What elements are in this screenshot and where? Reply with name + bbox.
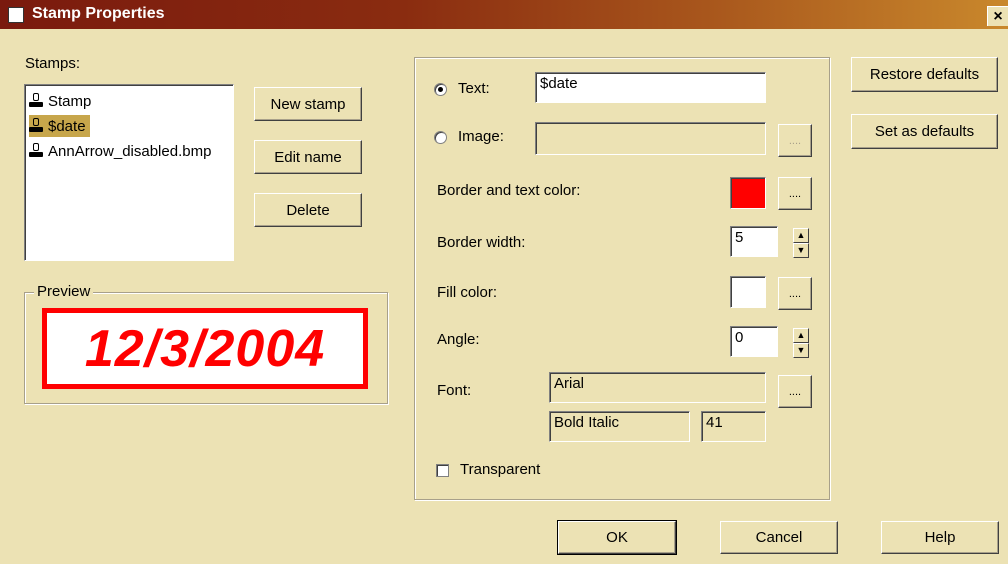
- font-button[interactable]: ....: [778, 375, 812, 408]
- image-field[interactable]: [535, 122, 766, 155]
- delete-button[interactable]: Delete: [254, 193, 362, 227]
- list-item[interactable]: $date: [29, 115, 90, 137]
- help-button[interactable]: Help: [881, 521, 999, 554]
- stamp-icon: [29, 143, 43, 159]
- text-radio[interactable]: [434, 83, 447, 96]
- stamp-icon: [29, 118, 43, 134]
- list-item-label: AnnArrow_disabled.bmp: [48, 142, 212, 160]
- title-bar: Stamp Properties ×: [0, 0, 1008, 29]
- font-size-field: 41: [701, 411, 766, 442]
- spin-down-icon[interactable]: ▼: [793, 243, 809, 258]
- angle-label: Angle:: [437, 331, 480, 348]
- spin-up-icon[interactable]: ▲: [793, 228, 809, 243]
- angle-field[interactable]: 0: [730, 326, 778, 357]
- fill-color-swatch[interactable]: [730, 276, 766, 308]
- new-stamp-button[interactable]: New stamp: [254, 87, 362, 121]
- list-item[interactable]: AnnArrow_disabled.bmp: [29, 140, 215, 162]
- edit-name-button[interactable]: Edit name: [254, 140, 362, 174]
- spin-down-icon[interactable]: ▼: [793, 343, 809, 358]
- angle-spinner[interactable]: ▲ ▼: [793, 328, 809, 358]
- text-field[interactable]: $date: [535, 72, 766, 103]
- border-width-field[interactable]: 5: [730, 226, 778, 257]
- stamp-icon: [29, 93, 43, 109]
- border-width-label: Border width:: [437, 234, 526, 251]
- image-radio[interactable]: [434, 131, 447, 144]
- window-title: Stamp Properties: [32, 5, 165, 22]
- preview-label: Preview: [34, 283, 94, 300]
- app-icon: [8, 7, 24, 23]
- stamp-preview: 12/3/2004: [42, 308, 368, 389]
- border-color-button[interactable]: ....: [778, 177, 812, 210]
- list-item-label: $date: [48, 117, 86, 135]
- preview-text: 12/3/2004: [84, 319, 326, 378]
- stamps-list[interactable]: Stamp $date AnnArrow_disabled.bmp: [24, 84, 234, 261]
- close-button[interactable]: ×: [987, 6, 1008, 26]
- list-item-label: Stamp: [48, 92, 92, 110]
- set-as-defaults-button[interactable]: Set as defaults: [851, 114, 998, 149]
- restore-defaults-button[interactable]: Restore defaults: [851, 57, 998, 92]
- transparent-label: Transparent: [460, 461, 541, 478]
- spin-up-icon[interactable]: ▲: [793, 328, 809, 343]
- transparent-checkbox[interactable]: [436, 464, 449, 477]
- image-label: Image:: [458, 128, 504, 145]
- list-item[interactable]: Stamp: [29, 90, 95, 112]
- font-label: Font:: [437, 382, 472, 399]
- fill-color-button[interactable]: ....: [778, 277, 812, 310]
- border-width-spinner[interactable]: ▲ ▼: [793, 228, 809, 258]
- text-label: Text:: [458, 80, 490, 97]
- image-browse-button[interactable]: ....: [778, 124, 812, 157]
- cancel-button[interactable]: Cancel: [720, 521, 838, 554]
- fill-color-label: Fill color:: [437, 284, 498, 301]
- stamps-label: Stamps:: [25, 55, 81, 72]
- ok-button[interactable]: OK: [557, 520, 677, 555]
- border-color-swatch[interactable]: [730, 177, 766, 209]
- font-style-field: Bold Italic: [549, 411, 690, 442]
- font-name-field: Arial: [549, 372, 766, 403]
- border-color-label: Border and text color:: [437, 182, 581, 199]
